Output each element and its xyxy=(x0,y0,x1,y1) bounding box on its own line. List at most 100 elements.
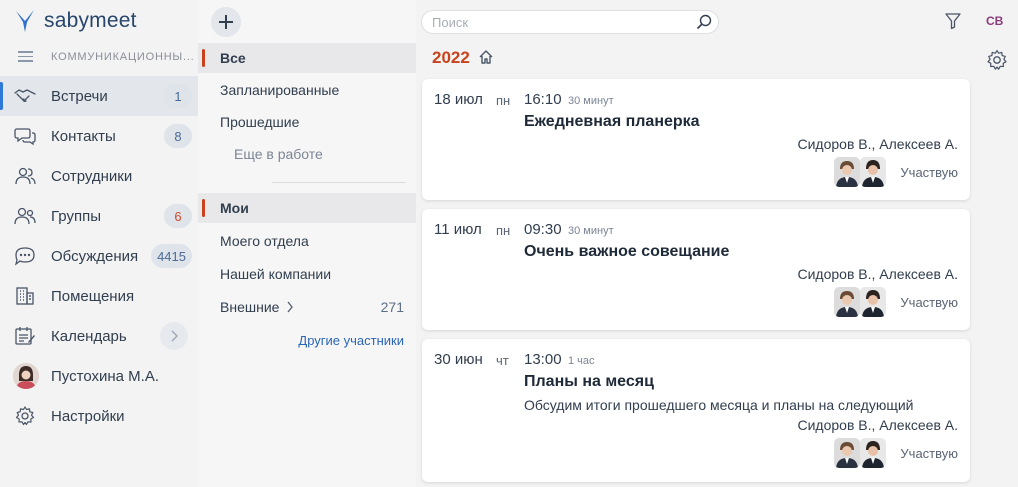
filter-label: Еще в работе xyxy=(234,146,323,162)
meetings-list: Поиск 2022 18 июл пн 16:10 30 минут Ежед… xyxy=(416,0,976,487)
section-header[interactable]: КОММУНИКАЦИОННЫ... xyxy=(0,44,198,70)
filter-in-progress[interactable]: Еще в работе xyxy=(198,139,416,169)
participants-avatars xyxy=(834,157,886,187)
gear-icon[interactable] xyxy=(986,49,1008,71)
filter-our-company[interactable]: Нашей компании xyxy=(198,259,416,289)
nav-item-profile[interactable]: Пустохина М.А. xyxy=(0,356,198,396)
nav-item-groups[interactable]: Группы 6 xyxy=(0,196,198,236)
filter-label: Внешние xyxy=(220,299,280,315)
count-badge: 1 xyxy=(164,84,192,108)
search-icon[interactable] xyxy=(696,14,712,30)
filter-my-dept[interactable]: Моего отдела xyxy=(198,226,416,256)
nav-label: Группы xyxy=(51,207,101,225)
participation-status[interactable]: Участвую xyxy=(900,446,958,461)
meeting-title: Планы на месяц xyxy=(524,373,654,390)
filter-count: 271 xyxy=(380,299,404,315)
nav-item-calendar[interactable]: Календарь xyxy=(0,316,198,356)
participation-status[interactable]: Участвую xyxy=(900,165,958,180)
count-badge: 8 xyxy=(164,124,192,148)
handshake-icon xyxy=(14,89,36,102)
avatar xyxy=(860,157,886,187)
avatar xyxy=(860,287,886,317)
section-label: КОММУНИКАЦИОННЫ... xyxy=(51,51,195,63)
participants-avatars xyxy=(834,438,886,468)
filter-label: Мои xyxy=(220,200,249,216)
avatar xyxy=(860,438,886,468)
nav-item-rooms[interactable]: Помещения xyxy=(0,276,198,316)
divider xyxy=(272,182,406,183)
chevron-right-icon[interactable] xyxy=(160,322,188,350)
avatar xyxy=(834,287,860,317)
search-placeholder: Поиск xyxy=(432,15,469,30)
menu-icon[interactable] xyxy=(18,51,33,62)
nav-item-employees[interactable]: Сотрудники xyxy=(0,156,198,196)
participants-avatars xyxy=(834,287,886,317)
meeting-weekday: пн xyxy=(496,93,511,108)
nav-label: Помещения xyxy=(51,287,135,305)
plus-icon xyxy=(219,15,233,29)
meeting-description: Обсудим итоги прошедшего месяца и планы … xyxy=(524,397,914,413)
filter-label: Все xyxy=(220,50,246,66)
nav-label: Настройки xyxy=(51,407,125,425)
meeting-weekday: чт xyxy=(496,353,509,368)
saby-logo-icon xyxy=(16,10,34,32)
add-meeting-button[interactable] xyxy=(211,7,241,37)
avatar xyxy=(834,438,860,468)
meeting-card[interactable]: 30 июн чт 13:00 1 час Планы на месяц Обс… xyxy=(422,339,970,482)
home-icon[interactable] xyxy=(478,49,494,65)
nav-item-meetings[interactable]: Встречи 1 xyxy=(0,76,198,116)
right-toolbar: СВ xyxy=(945,0,1018,487)
filter-mine[interactable]: Мои xyxy=(198,193,416,223)
main-nav: sabymeet КОММУНИКАЦИОННЫ... Встречи 1 Ко… xyxy=(0,0,198,487)
meeting-date: 18 июл xyxy=(434,91,483,108)
meeting-weekday: пн xyxy=(496,223,511,238)
meeting-duration: 30 минут xyxy=(568,95,614,107)
filter-all[interactable]: Все xyxy=(198,43,416,73)
user-initials[interactable]: СВ xyxy=(986,14,1003,28)
discussion-icon xyxy=(14,247,35,266)
filter-label: Запланированные xyxy=(220,82,340,98)
filter-label: Моего отдела xyxy=(220,233,309,249)
meeting-duration: 30 минут xyxy=(568,225,614,237)
search-input[interactable]: Поиск xyxy=(421,10,719,34)
group-icon xyxy=(14,207,36,225)
meeting-time: 16:10 xyxy=(524,91,562,108)
filter-icon[interactable] xyxy=(944,12,962,30)
meeting-card[interactable]: 18 июл пн 16:10 30 минут Ежедневная план… xyxy=(422,79,970,200)
meeting-time: 09:30 xyxy=(524,221,562,238)
meeting-participants: Сидоров В., Алексеев А. xyxy=(797,136,959,152)
other-participants-link[interactable]: Другие участники xyxy=(298,333,404,348)
filter-external[interactable]: Внешние 271 xyxy=(198,292,416,322)
nav-item-contacts[interactable]: Контакты 8 xyxy=(0,116,198,156)
nav-label: Контакты xyxy=(51,127,116,145)
nav-label: Календарь xyxy=(51,327,127,345)
meeting-time: 13:00 xyxy=(524,351,562,368)
participation-status[interactable]: Участвую xyxy=(900,295,958,310)
filter-label: Нашей компании xyxy=(220,266,332,282)
meeting-participants: Сидоров В., Алексеев А. xyxy=(797,266,959,282)
nav-label: Обсуждения xyxy=(51,247,139,265)
calendar-icon xyxy=(15,327,35,345)
meeting-title: Очень важное совещание xyxy=(524,243,730,260)
meeting-card[interactable]: 11 июл пн 09:30 30 минут Очень важное со… xyxy=(422,209,970,330)
filter-planned[interactable]: Запланированные xyxy=(198,75,416,105)
nav-label: Сотрудники xyxy=(51,167,133,185)
nav-label: Пустохина М.А. xyxy=(51,367,159,385)
nav-item-settings[interactable]: Настройки xyxy=(0,396,198,436)
nav-label: Встречи xyxy=(51,87,108,105)
meeting-participants: Сидоров В., Алексеев А. xyxy=(797,417,959,433)
meeting-duration: 1 час xyxy=(568,355,595,367)
users-icon xyxy=(15,167,36,185)
logo[interactable]: sabymeet xyxy=(14,8,137,34)
meeting-title: Ежедневная планерка xyxy=(524,113,700,130)
building-icon xyxy=(16,287,34,305)
meeting-date: 11 июл xyxy=(434,221,482,238)
filter-past[interactable]: Прошедшие xyxy=(198,107,416,137)
meeting-date: 30 июн xyxy=(434,351,483,368)
nav-item-discussions[interactable]: Обсуждения 4415 xyxy=(0,236,198,276)
count-badge: 4415 xyxy=(151,244,192,268)
filter-panel: Все Запланированные Прошедшие Еще в рабо… xyxy=(198,0,416,487)
avatar xyxy=(13,363,39,389)
filter-label: Прошедшие xyxy=(220,114,300,130)
chevron-right-icon xyxy=(287,301,293,313)
